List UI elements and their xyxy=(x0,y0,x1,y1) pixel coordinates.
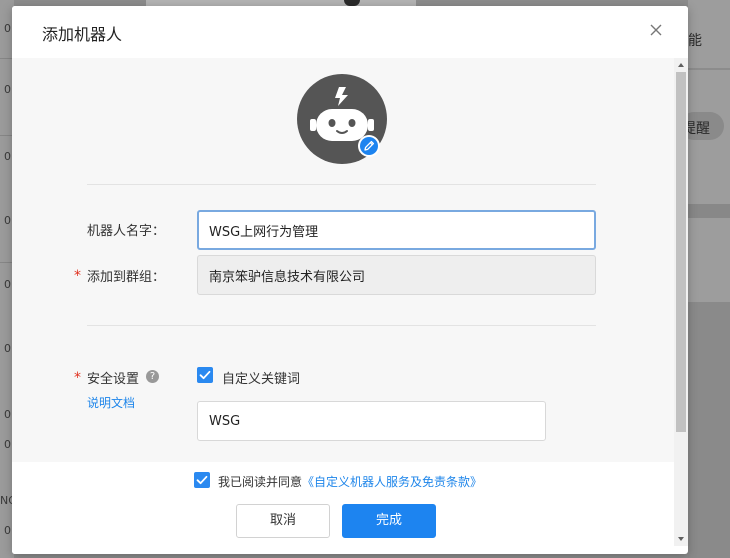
section-divider xyxy=(87,325,596,326)
dialog-title: 添加机器人 xyxy=(42,25,123,44)
name-label: 机器人名字： xyxy=(87,224,166,239)
dialog-body: 机器人名字： * 添加到群组： * 安全设置 ? 说明文档 自定义关键词 · ·… xyxy=(12,58,674,462)
bg-list-digit: 0 xyxy=(4,438,11,451)
agree-checkbox[interactable] xyxy=(194,472,210,488)
bg-list-digit: 0 xyxy=(4,278,11,291)
dialog-header: 添加机器人 xyxy=(12,6,688,58)
keyword-checkbox[interactable] xyxy=(197,367,213,383)
bg-list-digit: 0 xyxy=(4,22,11,35)
close-icon[interactable] xyxy=(646,20,666,40)
group-label: 添加到群组： xyxy=(87,270,166,285)
security-label: 安全设置 xyxy=(87,372,140,387)
bg-list-digit: 0 xyxy=(4,524,11,537)
checkmark-icon xyxy=(199,370,211,380)
keyword-input[interactable] xyxy=(197,401,546,441)
bg-list-digit: 0 xyxy=(4,342,11,355)
bg-list-digit: 0 xyxy=(4,83,11,96)
checkmark-icon xyxy=(196,475,208,485)
required-mark: * xyxy=(74,370,81,386)
pencil-icon[interactable] xyxy=(358,135,380,157)
keyword-option-label: 自定义关键词 xyxy=(222,372,301,387)
dialog-footer: 我已阅读并同意《自定义机器人服务及免责条款》 取消 完成 xyxy=(12,462,674,554)
bg-right-text: 能 xyxy=(688,33,702,49)
terms-link[interactable]: 《自定义机器人服务及免责条款》 xyxy=(302,475,482,489)
scrollbar-thumb[interactable] xyxy=(676,72,686,432)
doc-link[interactable]: 说明文档 xyxy=(87,394,135,411)
question-icon[interactable]: ? xyxy=(146,370,159,383)
agree-text: 我已阅读并同意 xyxy=(218,475,303,489)
bg-list-digit: 0 xyxy=(4,214,11,227)
robot-name-input[interactable] xyxy=(197,210,596,250)
bg-band xyxy=(688,302,730,558)
required-mark: * xyxy=(74,268,81,284)
bg-divider xyxy=(688,68,730,70)
robot-avatar[interactable] xyxy=(296,73,388,165)
bg-list-digit: 0 xyxy=(4,408,11,421)
cancel-button[interactable]: 取消 xyxy=(236,504,330,538)
bg-list-digit: 0 xyxy=(4,150,11,163)
scroll-down-arrow-icon[interactable] xyxy=(674,532,688,546)
done-button[interactable]: 完成 xyxy=(342,504,436,538)
section-divider xyxy=(87,184,596,185)
group-field xyxy=(197,255,596,295)
background-right-panel: 能 提醒 xyxy=(680,0,730,558)
agree-text-row: 我已阅读并同意《自定义机器人服务及免责条款》 xyxy=(218,473,482,490)
dialog-scrollbar[interactable] xyxy=(674,58,688,546)
bg-band xyxy=(688,204,730,218)
scroll-up-arrow-icon[interactable] xyxy=(674,58,688,72)
add-robot-dialog: 添加机器人 机器人名字： WSG上网行为管理 * 添加到群组： 南京笨驴信息技术… xyxy=(12,6,688,554)
